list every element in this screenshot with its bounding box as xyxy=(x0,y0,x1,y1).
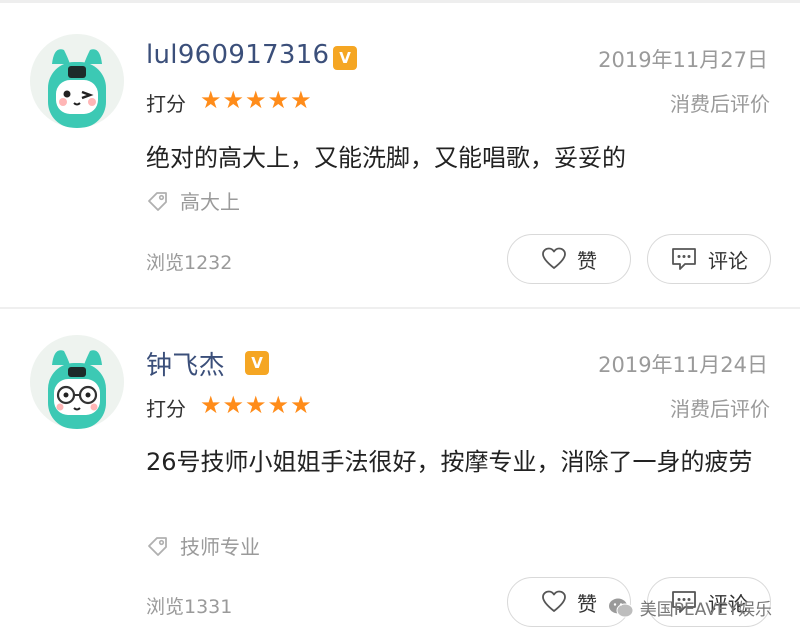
review-tag[interactable]: 高大上 xyxy=(146,186,240,215)
verified-badge-icon: V xyxy=(333,46,357,70)
score-label: 打分 xyxy=(146,397,186,421)
like-label: 赞 xyxy=(577,248,597,273)
like-button[interactable]: 赞 xyxy=(507,234,631,284)
cartoon-avatar-wink-icon xyxy=(30,34,124,128)
star-rating: ★ ★ ★ ★ ★ xyxy=(200,391,312,419)
avatar[interactable] xyxy=(30,34,124,128)
star-icon: ★ xyxy=(245,391,267,419)
avatar[interactable] xyxy=(30,335,124,429)
review-content: 绝对的高大上，又能洗脚，又能唱歌，妥妥的 xyxy=(146,144,626,172)
view-count: 浏览1232 xyxy=(146,252,233,274)
star-icon: ★ xyxy=(245,86,267,114)
tag-label: 高大上 xyxy=(180,190,240,214)
watermark: 美国PEAVEY娱乐 xyxy=(608,595,772,620)
tag-label: 技师专业 xyxy=(180,535,260,559)
heart-icon xyxy=(542,247,566,269)
star-icon: ★ xyxy=(200,391,222,419)
star-icon: ★ xyxy=(267,86,290,114)
review-date: 2019年11月27日 xyxy=(598,48,768,72)
verified-badge-icon: V xyxy=(245,351,269,375)
post-purchase-label: 消费后评价 xyxy=(670,92,770,116)
watermark-text: 美国PEAVEY娱乐 xyxy=(639,600,772,620)
star-icon: ★ xyxy=(222,391,245,419)
score-label: 打分 xyxy=(146,92,186,116)
star-icon: ★ xyxy=(267,391,290,419)
comment-label: 评论 xyxy=(708,248,748,273)
review-date: 2019年11月24日 xyxy=(598,353,768,377)
tag-icon xyxy=(148,536,167,556)
wechat-icon xyxy=(608,598,634,617)
post-purchase-label: 消费后评价 xyxy=(670,397,770,421)
star-icon: ★ xyxy=(290,86,312,114)
username[interactable]: lul960917316 xyxy=(146,40,329,70)
tag-icon xyxy=(148,191,167,211)
review-card: lul960917316 V 2019年11月27日 打分 ★ ★ ★ ★ ★ … xyxy=(0,0,800,305)
review-tag[interactable]: 技师专业 xyxy=(146,531,260,560)
star-icon: ★ xyxy=(200,86,222,114)
star-icon: ★ xyxy=(290,391,312,419)
like-label: 赞 xyxy=(577,591,597,616)
username[interactable]: 钟飞杰 xyxy=(146,345,225,382)
comment-icon xyxy=(672,248,696,270)
cartoon-avatar-glasses-icon xyxy=(30,335,124,429)
review-card: 钟飞杰 V 2019年11月24日 打分 ★ ★ ★ ★ ★ 消费后评价 26号… xyxy=(0,309,800,642)
review-content: 26号技师小姐姐手法很好，按摩专业，消除了一身的疲劳 xyxy=(146,448,753,476)
view-count: 浏览1331 xyxy=(146,596,233,618)
star-icon: ★ xyxy=(222,86,245,114)
comment-button[interactable]: 评论 xyxy=(647,234,771,284)
star-rating: ★ ★ ★ ★ ★ xyxy=(200,86,312,114)
heart-icon xyxy=(542,590,566,612)
